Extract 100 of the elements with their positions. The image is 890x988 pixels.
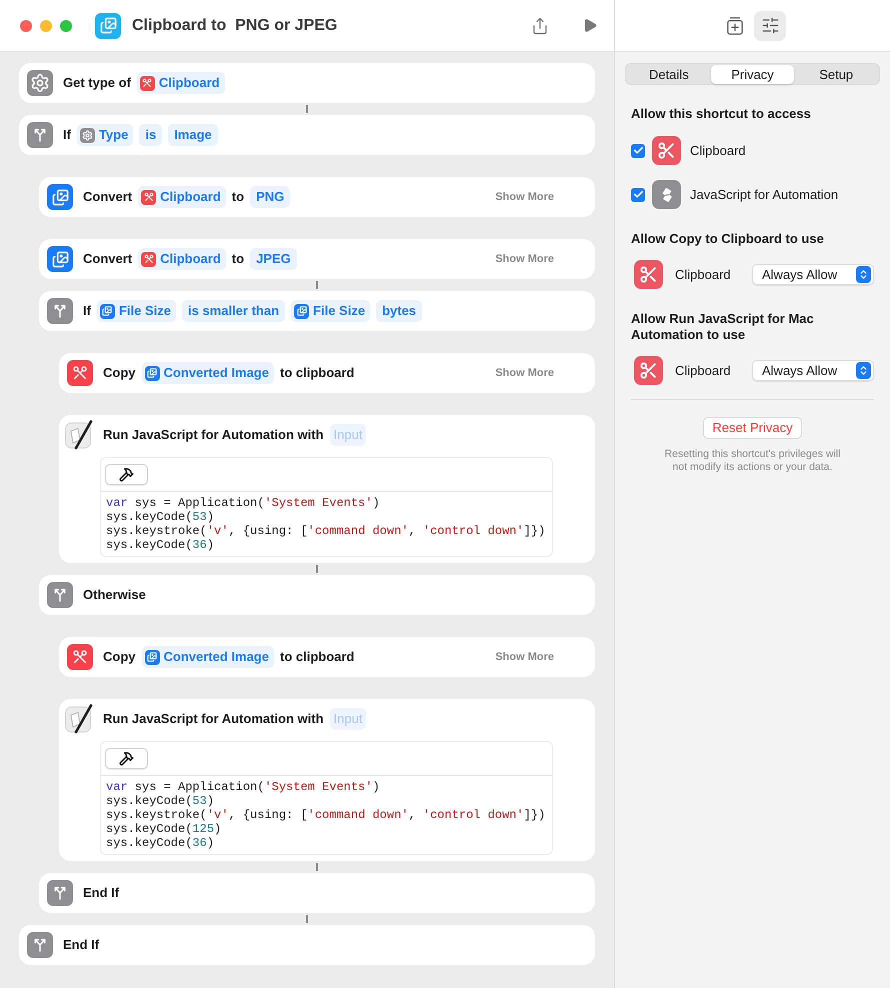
branch-icon	[47, 880, 73, 906]
parameter-token[interactable]: Image	[168, 124, 218, 146]
gear-icon	[27, 70, 53, 96]
parameter-token[interactable]: is	[139, 124, 162, 146]
code-line: sys.keyCode(36)	[106, 836, 216, 850]
hammer-icon	[119, 467, 134, 482]
parameter-token[interactable]: is smaller than	[182, 300, 286, 322]
code-line: sys.keystroke('v', {using: ['command down', 'control down']})	[106, 808, 546, 822]
tab[interactable]: Privacy	[710, 64, 794, 84]
show-more-button[interactable]: Show More	[495, 188, 554, 206]
action-label: Run JavaScript for Automation with	[103, 710, 324, 728]
access-label: Clipboard	[690, 142, 746, 160]
images-icon	[100, 304, 115, 318]
action-label: to	[232, 250, 244, 268]
scissors-icon	[634, 260, 663, 289]
action-card[interactable]: Convert Clipboard to PNG Show More	[39, 177, 595, 217]
add-icon	[726, 16, 744, 36]
variable-token[interactable]: File Size	[291, 300, 370, 322]
close-button[interactable]	[20, 20, 32, 32]
action-label: If	[83, 302, 91, 320]
scissors-icon	[67, 360, 93, 386]
section-heading: Allow this shortcut to access	[631, 106, 812, 122]
show-more-button[interactable]: Show More	[495, 364, 554, 382]
variable-token[interactable]: Type	[76, 124, 134, 146]
images-icon	[144, 650, 160, 664]
show-more-button[interactable]: Show More	[495, 648, 554, 666]
action-label: Copy	[103, 364, 136, 382]
action-card[interactable]: Get type of Clipboard	[19, 63, 595, 103]
action-label: to	[232, 188, 244, 206]
reset-note: Resetting this shortcut's privileges will not modify its actions or your data.	[664, 448, 842, 474]
hammer-button[interactable]	[105, 464, 148, 485]
code-line: var sys = Application('System Events')	[106, 496, 381, 510]
checkmark-icon	[632, 189, 644, 200]
tab[interactable]: Details	[627, 64, 711, 84]
zoom-button[interactable]	[60, 20, 72, 32]
code-line: sys.keystroke('v', {using: ['command down', 'control down']})	[106, 524, 546, 538]
code-editor[interactable]: var sys = Application('System Events') sys.keyCode(53) sys.keystroke('v', {using: ['command down', 'control down']}) sys.keyCode(36)	[100, 457, 553, 557]
parameter-token[interactable]: bytes	[376, 300, 422, 322]
images-icon	[95, 12, 121, 38]
branch-icon	[27, 932, 53, 958]
variable-token[interactable]: Clipboard	[138, 248, 226, 270]
action-card[interactable]: Copy Converted Image to clipboard Show More	[59, 353, 595, 393]
permission-select[interactable]: Always Allow	[752, 264, 874, 285]
code-line: var sys = Application('System Events')	[106, 780, 381, 794]
variable-token[interactable]: Clipboard	[136, 72, 225, 94]
resource-label: Clipboard	[675, 266, 731, 284]
branch-icon	[47, 582, 73, 608]
permission-select[interactable]: Always Allow	[752, 360, 874, 381]
action-label: If	[63, 126, 71, 144]
parameter-token[interactable]: PNG	[250, 186, 290, 208]
play-icon[interactable]	[582, 17, 598, 34]
action-card[interactable]: Copy Converted Image to clipboard Show More	[59, 637, 595, 677]
variable-token[interactable]: Clipboard	[138, 186, 226, 208]
checkbox[interactable]	[631, 188, 645, 202]
action-card[interactable]: End If	[19, 925, 595, 965]
action-card[interactable]: Convert Clipboard to JPEG Show More	[39, 239, 595, 279]
images-icon	[47, 184, 73, 210]
share-icon[interactable]	[531, 16, 549, 36]
scissors-icon	[634, 356, 663, 385]
code-line: sys.keyCode(125)	[106, 822, 222, 836]
parameter-token[interactable]: JPEG	[250, 248, 297, 270]
action-label: Convert	[83, 188, 132, 206]
images-icon	[47, 246, 73, 272]
action-card[interactable]: Run JavaScript for Automation with Input var sys = Application('System Events') sys.keyCode(53) sys.keystroke('v', {using: ['command down', 'control down']}) sys.keyCode(125) sys.keyCode(36)	[59, 699, 595, 861]
code-editor[interactable]: var sys = Application('System Events') sys.keyCode(53) sys.keystroke('v', {using: ['command down', 'control down']}) sys.keyCode(125) sys.keyCode(36)	[100, 741, 553, 855]
action-card[interactable]: End If	[39, 873, 595, 913]
resource-label: Clipboard	[675, 362, 731, 380]
action-card[interactable]: Otherwise	[39, 575, 595, 615]
scissors-icon	[67, 644, 93, 670]
action-label: Run JavaScript for Automation with	[103, 426, 324, 444]
action-label: Convert	[83, 250, 132, 268]
tab[interactable]: Setup	[794, 64, 878, 84]
stepper-icon	[856, 362, 871, 379]
section-heading: Allow Run JavaScript for Mac Automation to use	[631, 311, 815, 343]
script-editor-icon	[65, 704, 93, 734]
section-heading: Allow Copy to Clipboard to use	[631, 231, 825, 247]
action-label: Otherwise	[83, 586, 146, 604]
variable-token[interactable]: File Size	[96, 300, 176, 322]
code-line: sys.keyCode(36)	[106, 538, 216, 552]
hammer-button[interactable]	[105, 748, 148, 769]
branch-icon	[27, 122, 53, 148]
action-label: to clipboard	[280, 364, 354, 382]
hammer-icon	[119, 751, 134, 766]
action-label: End If	[83, 884, 120, 902]
variable-token[interactable]: Converted Image	[142, 646, 274, 668]
reset-privacy-button[interactable]: Reset Privacy	[703, 417, 802, 439]
window-title: Clipboard to PNG or JPEG	[132, 16, 338, 36]
images-icon	[294, 304, 310, 318]
action-card[interactable]: If Type is Image	[19, 115, 595, 155]
checkbox[interactable]	[631, 144, 645, 158]
action-card[interactable]: Run JavaScript for Automation with Input var sys = Application('System Events') sys.keyCode(53) sys.keystroke('v', {using: ['command down', 'control down']}) sys.keyCode(36)	[59, 415, 595, 563]
script-editor-icon	[65, 420, 93, 450]
action-card[interactable]: If File Size is smaller than File Size bytes	[39, 291, 595, 331]
gear-icon	[80, 128, 95, 142]
images-icon	[144, 366, 160, 380]
scissors-icon	[141, 252, 156, 266]
script-icon	[652, 180, 681, 209]
variable-token[interactable]: Converted Image	[142, 362, 274, 384]
settings-button[interactable]	[754, 10, 786, 40]
show-more-button[interactable]: Show More	[495, 250, 554, 268]
